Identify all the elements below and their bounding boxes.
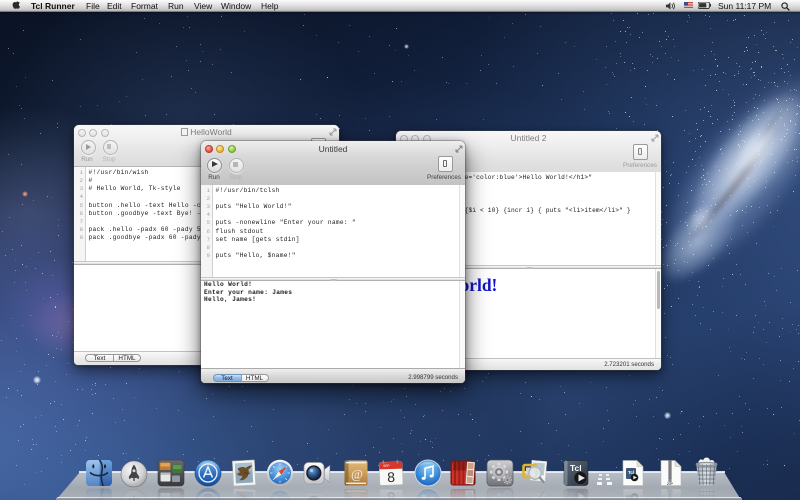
svg-text:8: 8	[387, 469, 396, 485]
svg-text:@: @	[351, 467, 363, 482]
svg-text:ZIP: ZIP	[667, 481, 674, 486]
svg-text:SEP: SEP	[383, 464, 390, 468]
